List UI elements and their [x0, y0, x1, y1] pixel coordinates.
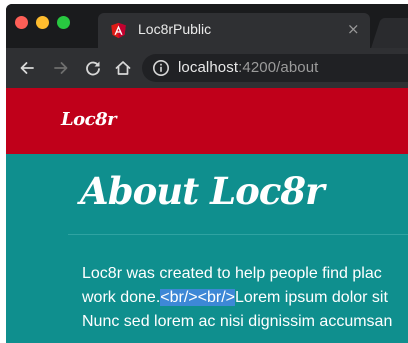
- about-paragraph: Loc8r was created to help people find pl…: [82, 262, 408, 334]
- back-arrow-icon[interactable]: [18, 59, 36, 77]
- maximize-window-button[interactable]: [57, 16, 70, 29]
- page-content: About Loc8r Loc8r was created to help pe…: [6, 154, 408, 343]
- paragraph-text: Lorem ipsum dolor sit: [234, 289, 388, 306]
- address-bar[interactable]: localhost:4200/about: [142, 54, 408, 82]
- info-icon[interactable]: [152, 59, 170, 77]
- tab-close-icon[interactable]: ×: [347, 20, 360, 38]
- paragraph-line: work done.<br/><br/>Lorem ipsum dolor si…: [82, 286, 408, 310]
- home-icon[interactable]: [114, 59, 132, 77]
- selected-text: <br/><br/>: [160, 289, 235, 306]
- close-window-button[interactable]: [15, 16, 28, 29]
- paragraph-line: Loc8r was created to help people find pl…: [82, 265, 382, 282]
- reload-icon[interactable]: [84, 59, 102, 77]
- site-navbar: Loc8r: [6, 88, 408, 154]
- tab-strip: Loc8rPublic ×: [6, 4, 408, 48]
- heading-divider: [68, 234, 408, 235]
- forward-arrow-icon[interactable]: [52, 59, 70, 77]
- site-brand-link[interactable]: Loc8r: [61, 109, 117, 130]
- url-path: :4200/about: [238, 59, 319, 76]
- new-tab-button[interactable]: [371, 18, 408, 48]
- minimize-window-button[interactable]: [36, 16, 49, 29]
- paragraph-line: Nunc sed lorem ac nisi dignissim accumsa…: [82, 313, 393, 330]
- angular-icon: [111, 22, 126, 39]
- url-text: localhost:4200/about: [178, 59, 318, 76]
- browser-tab[interactable]: Loc8rPublic ×: [98, 13, 370, 48]
- page-title: About Loc8r: [80, 169, 325, 213]
- browser-window: Loc8rPublic × localhost:4200/about Loc8r…: [6, 4, 408, 343]
- browser-toolbar: localhost:4200/about: [6, 48, 408, 88]
- tab-title: Loc8rPublic: [138, 21, 212, 37]
- url-host: localhost: [178, 59, 239, 76]
- paragraph-text: work done.: [82, 289, 161, 306]
